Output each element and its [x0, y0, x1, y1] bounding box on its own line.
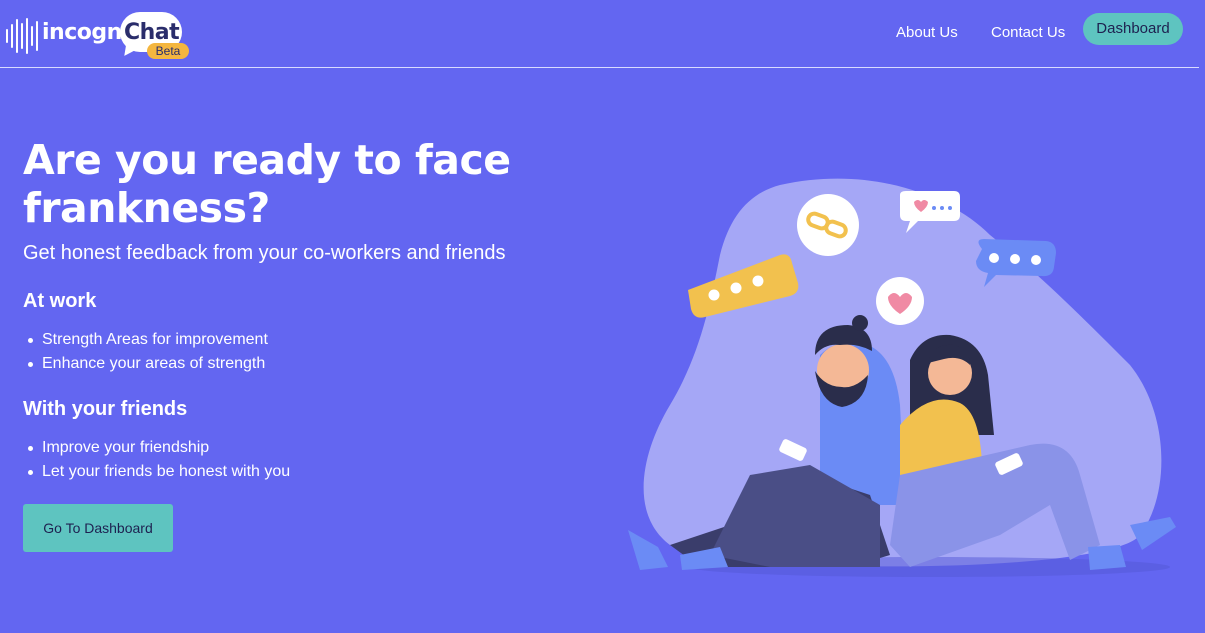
- sound-wave-icon: [6, 18, 38, 54]
- nav-dashboard-button[interactable]: Dashboard: [1083, 13, 1183, 45]
- nav-about-link[interactable]: About Us: [896, 24, 958, 41]
- work-list: Strength Areas for improvement Enhance y…: [28, 328, 268, 376]
- list-item: Strength Areas for improvement: [28, 328, 268, 352]
- heart-icon: [876, 277, 924, 325]
- list-item: Improve your friendship: [27, 436, 290, 460]
- section-heading-work: At work: [23, 290, 97, 312]
- hero-title: Are you ready to face frankness?: [23, 136, 511, 232]
- link-icon: [797, 194, 859, 256]
- logo[interactable]: incogni Chat Beta: [6, 12, 196, 62]
- landing-page: incogni Chat Beta About Us Contact Us Da…: [0, 0, 1205, 633]
- beta-badge: Beta: [147, 43, 189, 59]
- list-item: Let your friends be honest with you: [27, 460, 290, 484]
- section-heading-friends: With your friends: [23, 398, 188, 420]
- logo-chat-text: Chat: [124, 20, 180, 45]
- hero-subtitle: Get honest feedback from your co-workers…: [23, 242, 506, 264]
- go-to-dashboard-button[interactable]: Go To Dashboard: [23, 504, 173, 552]
- friends-list: Improve your friendship Let your friends…: [27, 436, 290, 484]
- nav-contact-link[interactable]: Contact Us: [991, 24, 1065, 41]
- hero-illustration: [628, 178, 1176, 577]
- list-item: Enhance your areas of strength: [28, 352, 268, 376]
- header-divider: [0, 67, 1199, 68]
- logo-text: incogni: [42, 20, 129, 45]
- header: incogni Chat Beta About Us Contact Us Da…: [0, 0, 1205, 68]
